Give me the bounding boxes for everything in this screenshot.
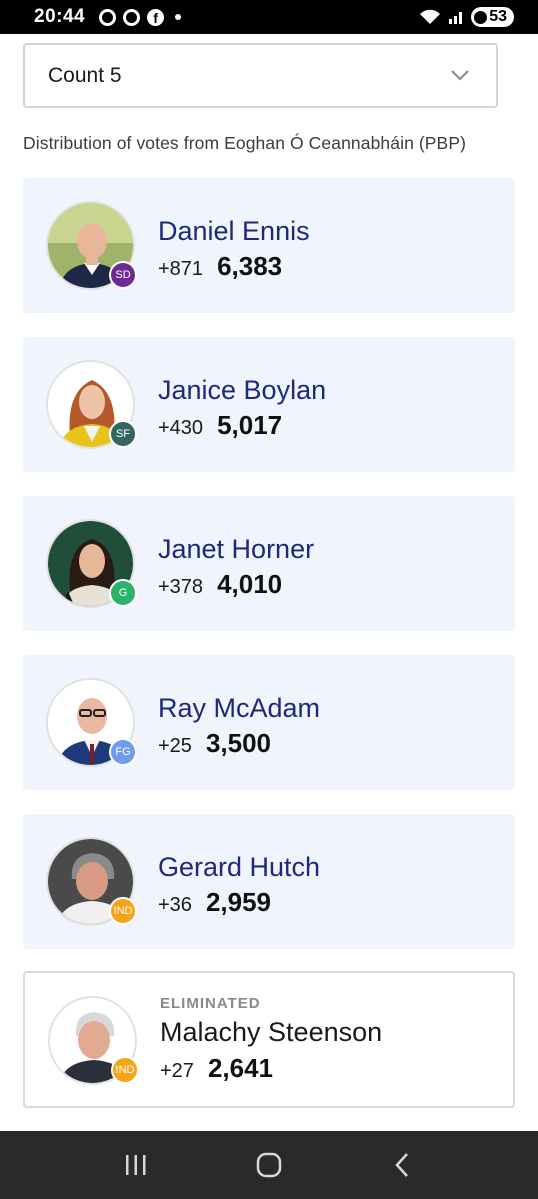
candidate-name[interactable]: Gerard Hutch: [158, 852, 320, 883]
candidate-name[interactable]: Janice Boylan: [158, 375, 326, 406]
candidate-name[interactable]: Ray McAdam: [158, 693, 320, 724]
vote-total: 4,010: [217, 569, 283, 599]
vote-row: +871 6,383: [158, 251, 282, 282]
candidate-card: G Janet Horner +378 4,010: [23, 496, 515, 631]
party-badge: FG: [109, 738, 137, 766]
vote-change: +430: [158, 417, 204, 439]
candidate-card: IND Gerard Hutch +36 2,959: [23, 814, 515, 949]
chrome-icon: [123, 8, 141, 26]
candidate-card: SD Daniel Ennis +871 6,383: [23, 178, 515, 313]
status-time: 20:44: [34, 6, 86, 27]
more-notifications-icon: [175, 14, 182, 20]
vote-change: +36: [158, 894, 192, 916]
candidate-name[interactable]: Janet Horner: [158, 534, 314, 565]
back-button[interactable]: [382, 1145, 422, 1185]
vote-row: +378 4,010: [158, 569, 282, 600]
recent-apps-button[interactable]: [116, 1145, 156, 1185]
party-badge: IND: [111, 1056, 139, 1084]
status-bar: 20:44 f 53: [0, 0, 538, 34]
party-badge: SD: [109, 261, 137, 289]
vote-change: +378: [158, 576, 204, 598]
chrome-icon: [99, 8, 117, 26]
vote-row: +36 2,959: [158, 887, 271, 918]
battery-indicator: 53: [471, 7, 514, 27]
candidate-name[interactable]: Daniel Ennis: [158, 216, 310, 247]
candidate-card-eliminated: IND ELIMINATED Malachy Steenson +27 2,64…: [23, 971, 515, 1108]
candidate-name[interactable]: Malachy Steenson: [160, 1017, 382, 1048]
vote-total: 5,017: [217, 410, 283, 440]
home-button[interactable]: [249, 1145, 289, 1185]
vote-change: +25: [158, 735, 192, 757]
wifi-icon: [420, 9, 441, 24]
party-badge: SF: [109, 420, 137, 448]
eliminated-label: ELIMINATED: [160, 995, 261, 1012]
notification-icons: f: [99, 8, 182, 26]
vote-total: 2,959: [205, 887, 272, 917]
distribution-description: Distribution of votes from Eoghan Ó Cean…: [23, 133, 467, 153]
recent-apps-icon: [126, 1155, 146, 1175]
vote-change: +27: [160, 1060, 194, 1082]
party-badge: G: [109, 579, 137, 607]
facebook-icon: f: [147, 8, 165, 26]
vote-row: +25 3,500: [158, 728, 271, 759]
party-badge: IND: [109, 897, 137, 925]
count-select-value: Count 5: [48, 63, 122, 87]
count-select[interactable]: Count 5: [23, 43, 498, 108]
candidate-card: SF Janice Boylan +430 5,017: [23, 337, 515, 472]
system-icons: 53: [419, 7, 514, 27]
vote-row: +27 2,641: [160, 1053, 273, 1084]
home-icon: [256, 1152, 282, 1178]
chevron-down-icon: [451, 70, 469, 81]
signal-icon: [449, 12, 463, 24]
candidate-card: FG Ray McAdam +25 3,500: [23, 655, 515, 790]
vote-total: 3,500: [205, 728, 272, 758]
navigation-bar: [0, 1131, 538, 1199]
vote-row: +430 5,017: [158, 410, 282, 441]
vote-total: 2,641: [207, 1053, 274, 1083]
back-icon: [394, 1153, 408, 1177]
vote-change: +871: [158, 258, 204, 280]
vote-total: 6,383: [217, 251, 283, 281]
